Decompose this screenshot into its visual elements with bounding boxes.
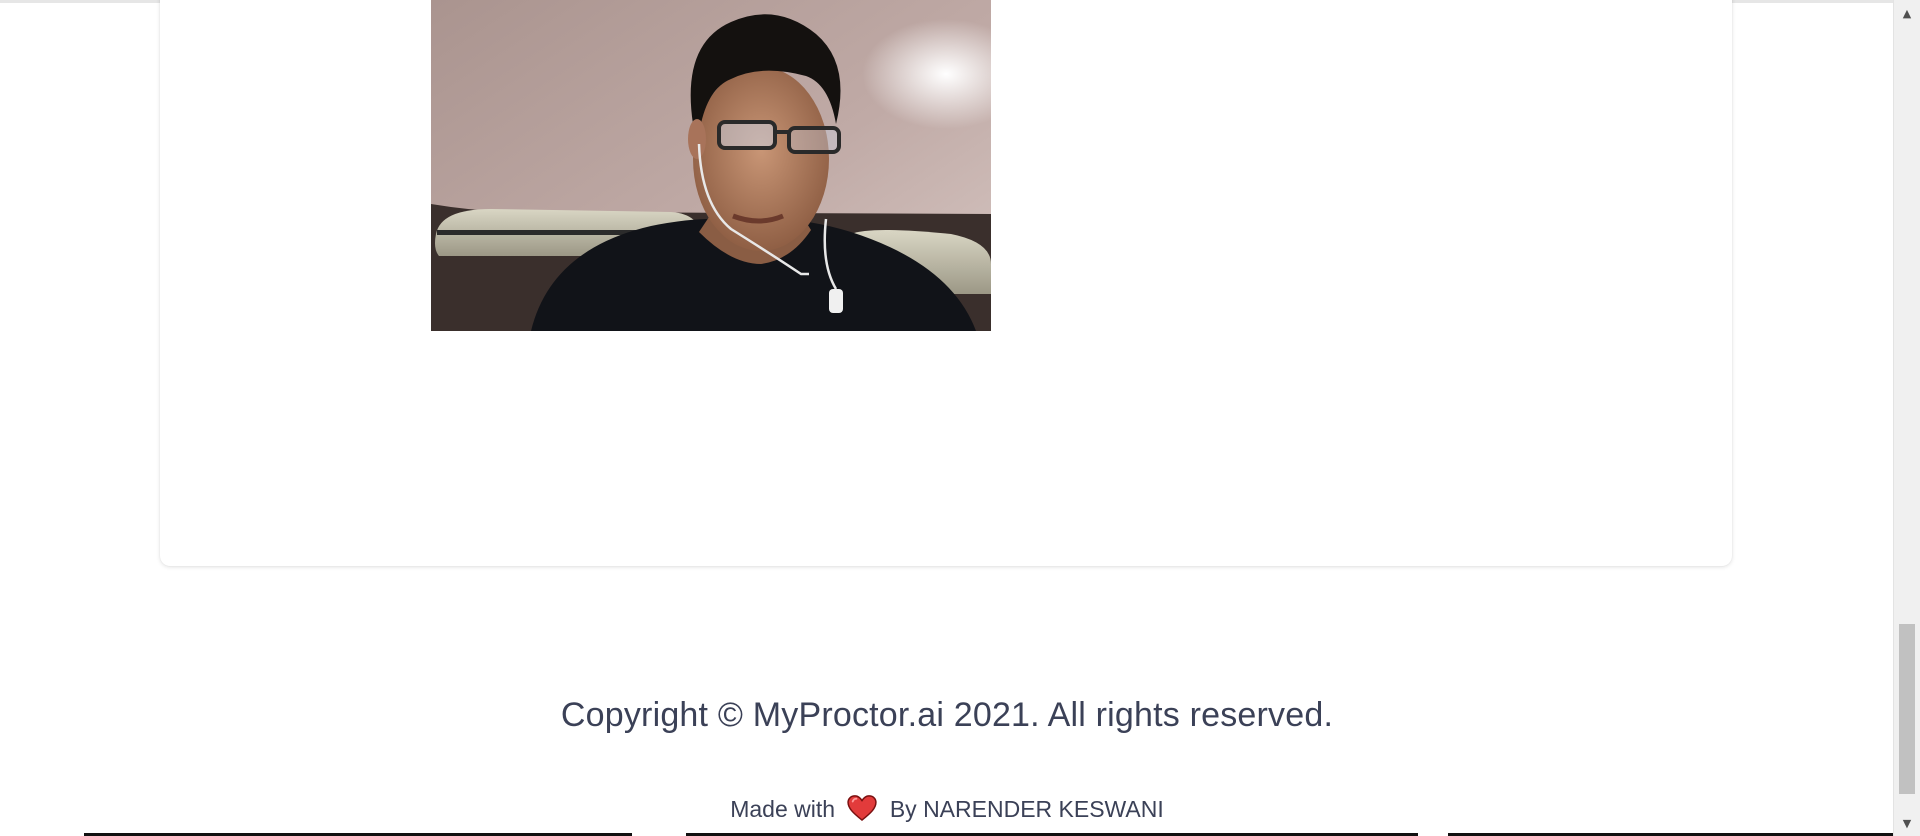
scroll-down-arrow-icon[interactable]: ▼ (1894, 814, 1920, 834)
heart-icon (847, 795, 878, 821)
footer-credits: Made with By NARENDER KESWANI (0, 795, 1894, 823)
scrollbar-thumb[interactable] (1899, 624, 1915, 794)
scroll-up-arrow-icon[interactable]: ▲ (1894, 4, 1920, 24)
page-viewport: Copyright © MyProctor.ai 2021. All right… (0, 0, 1920, 836)
webcam-photo (431, 0, 991, 331)
vertical-scrollbar[interactable]: ▲ ▼ (1893, 0, 1920, 836)
content-card (160, 0, 1732, 566)
footer-copyright: Copyright © MyProctor.ai 2021. All right… (560, 696, 1334, 734)
author-label: By NARENDER KESWANI (889, 796, 1164, 822)
made-with-label: Made with (730, 796, 836, 822)
webcam-snapshot (431, 0, 991, 331)
